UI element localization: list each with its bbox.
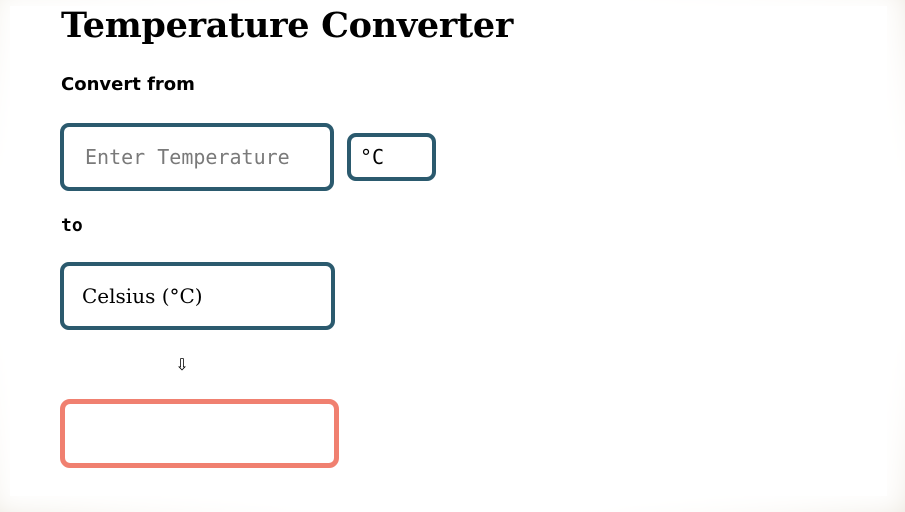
convert-from-label: Convert from — [61, 74, 195, 95]
page-title: Temperature Converter — [61, 5, 513, 46]
result-output — [60, 399, 339, 468]
arrow-down-icon: ⇩ — [175, 355, 189, 374]
temperature-input[interactable] — [60, 123, 334, 191]
target-unit-select[interactable]: Celsius (°C) — [60, 262, 335, 330]
page-background: Temperature Converter Convert from °C to… — [0, 0, 905, 512]
input-unit-display: °C — [347, 133, 436, 181]
to-label: to — [61, 215, 83, 236]
